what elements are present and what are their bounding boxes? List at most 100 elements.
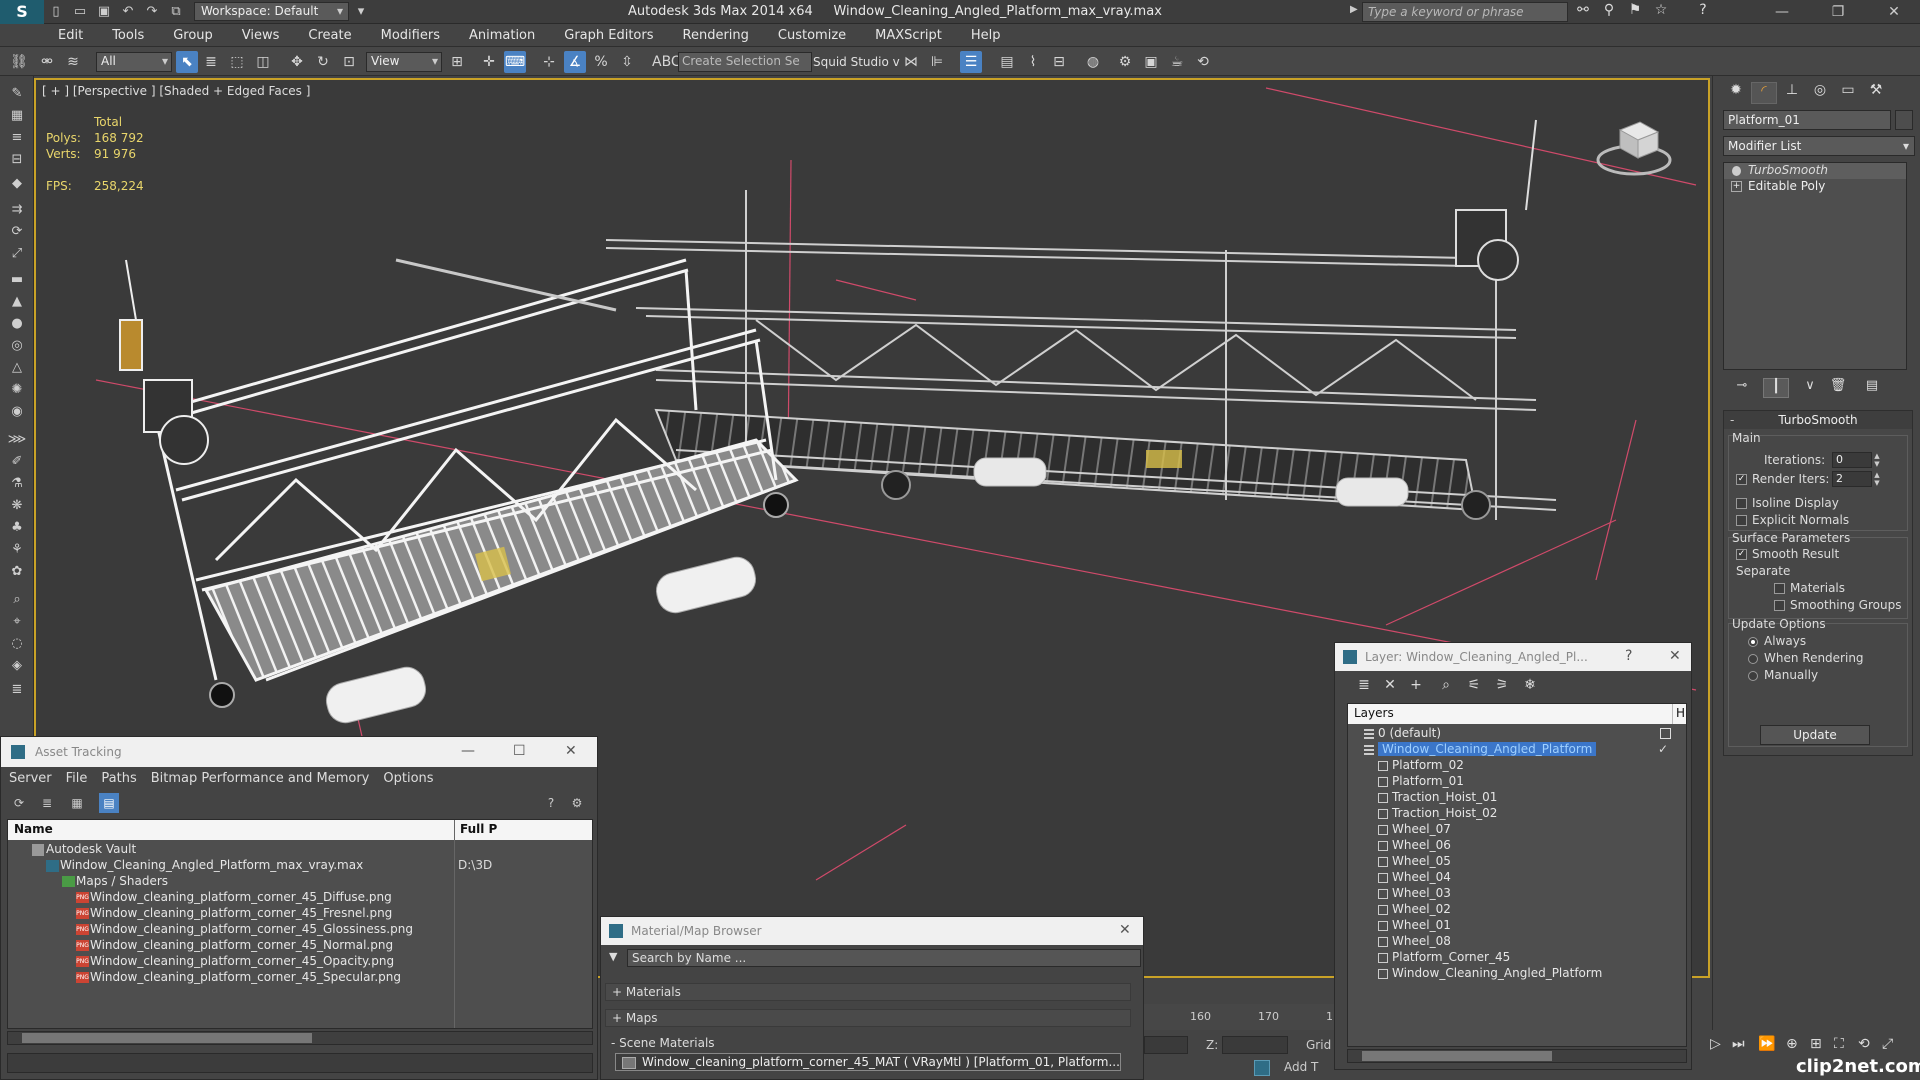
maps-group[interactable]: + Maps [605, 1009, 1131, 1027]
selection-filter-dropdown[interactable]: All [96, 52, 172, 72]
column-layers[interactable]: Layers [1354, 706, 1394, 720]
field-of-view-icon[interactable]: ⛶ [1834, 1036, 1844, 1052]
hierarchy-tab-icon[interactable]: ⊥ [1779, 82, 1805, 104]
menu-modifiers[interactable]: Modifiers [381, 28, 440, 43]
quick-access-dropdown-icon[interactable]: ▾ [349, 0, 373, 24]
delete-layer-icon[interactable]: ✕ [1379, 677, 1401, 697]
restore-button[interactable]: ❐ [1816, 0, 1860, 24]
tool-icon-11[interactable]: ⚗ [5, 476, 29, 496]
z-coordinate-field[interactable] [1222, 1036, 1288, 1054]
motion-tab-icon[interactable]: ◎ [1807, 82, 1833, 104]
layer-object-row[interactable]: Platform_02 [1348, 758, 1686, 774]
make-unique-icon[interactable]: ∨ [1797, 378, 1823, 398]
tool-icon-3[interactable]: ≡ [5, 130, 29, 150]
tool-icon-8[interactable]: ⤢ [5, 246, 29, 266]
align-icon[interactable]: ⊫ [926, 51, 948, 73]
reference-coordinate-dropdown[interactable]: View [366, 52, 442, 72]
layer-object-row[interactable]: Wheel_07 [1348, 822, 1686, 838]
tool-icon-13[interactable]: ♣ [5, 520, 29, 540]
modifier-list-dropdown[interactable]: Modifier List [1723, 136, 1915, 156]
pin-stack-icon[interactable]: ⊸ [1729, 378, 1755, 398]
search-by-name-input[interactable]: Search by Name ... [627, 949, 1141, 967]
scale-icon[interactable]: ⊡ [338, 51, 360, 73]
mirror-icon[interactable]: ⋈ [900, 51, 922, 73]
close-button[interactable]: ✕ [565, 743, 577, 759]
tool-icon-20[interactable]: ≣ [5, 682, 29, 702]
goto-end-icon[interactable]: ⏩ [1758, 1036, 1775, 1052]
zoom-extents-icon[interactable]: ⊞ [1810, 1036, 1822, 1052]
menu-bitmap-performance[interactable]: Bitmap Performance and Memory [151, 771, 370, 786]
column-name[interactable]: Name [14, 822, 53, 836]
show-end-result-icon[interactable]: ┃ [1763, 378, 1789, 398]
pivot-center-icon[interactable]: ⊞ [446, 51, 468, 73]
percent-snap-icon[interactable]: % [590, 51, 612, 73]
expand-icon[interactable]: + [1731, 181, 1742, 192]
menu-paths[interactable]: Paths [101, 771, 136, 786]
material-editor-icon[interactable]: ◍ [1082, 51, 1104, 73]
scrollbar-thumb[interactable] [22, 1033, 312, 1043]
tool-icon-2[interactable]: ▦ [5, 108, 29, 128]
graphite-ribbon-icon[interactable]: ▤ [996, 51, 1018, 73]
asset-row[interactable]: Autodesk Vault [8, 842, 592, 858]
asset-row[interactable]: PNG Window_cleaning_platform_corner_45_O… [8, 954, 592, 970]
settings-icon[interactable]: ⚙ [567, 793, 587, 813]
menu-file[interactable]: File [66, 771, 88, 786]
unlink-icon[interactable]: ⚮ [36, 51, 58, 73]
table-view-icon[interactable]: ▤ [99, 793, 119, 813]
help-icon[interactable]: ? [541, 793, 561, 813]
layer-object-row[interactable]: Platform_01 [1348, 774, 1686, 790]
select-object-icon[interactable]: ⬉ [176, 51, 198, 73]
menu-edit[interactable]: Edit [58, 28, 83, 43]
close-button[interactable]: ✕ [1669, 648, 1681, 664]
layer-object-row[interactable]: Wheel_06 [1348, 838, 1686, 854]
favorites-icon[interactable]: ☆ [1650, 2, 1672, 22]
layer-object-row[interactable]: Wheel_05 [1348, 854, 1686, 870]
update-button[interactable]: Update [1760, 725, 1870, 745]
workspace-dropdown[interactable]: Workspace: Default [194, 2, 349, 21]
squid-studio-dropdown[interactable]: Squid Studio v [813, 55, 900, 69]
orbit-icon[interactable]: ⟲ [1858, 1036, 1870, 1052]
tool-icon-14[interactable]: ⚘ [5, 542, 29, 562]
scene-materials-group[interactable]: - Scene Materials [605, 1035, 1131, 1053]
hide-all-icon[interactable]: ⚞ [1491, 677, 1513, 697]
menu-animation[interactable]: Animation [469, 28, 535, 43]
render-iterative-icon[interactable]: ⟲ [1192, 51, 1214, 73]
key-mode-icon[interactable] [1254, 1060, 1270, 1076]
layer-object-row[interactable]: Traction_Hoist_02 [1348, 806, 1686, 822]
configure-modifier-sets-icon[interactable]: ▤ [1859, 378, 1885, 398]
edit-named-selection-icon[interactable]: ABC [652, 51, 681, 73]
spinner-snap-icon[interactable]: ⇳ [616, 51, 638, 73]
isoline-display-checkbox[interactable] [1736, 498, 1747, 509]
render-iters-checkbox[interactable]: ✓ [1736, 474, 1747, 485]
smoothing-groups-checkbox[interactable] [1774, 600, 1785, 611]
curve-editor-icon[interactable]: ⌇ [1022, 51, 1044, 73]
rollout-header[interactable]: TurboSmooth [1724, 411, 1912, 429]
layer-object-row[interactable]: Traction_Hoist_01 [1348, 790, 1686, 806]
help-button[interactable]: ? [1625, 648, 1632, 664]
angle-snap-icon[interactable]: ∡ [564, 51, 586, 73]
box-icon[interactable]: ▬ [5, 272, 29, 292]
materials-checkbox[interactable] [1774, 583, 1785, 594]
select-by-name-icon[interactable]: ≣ [200, 51, 222, 73]
help-search-input[interactable]: Type a keyword or phrase [1362, 2, 1568, 22]
named-selection-set-input[interactable]: Create Selection Se [678, 52, 812, 72]
selection-region-icon[interactable]: ⬚ [226, 51, 248, 73]
hold-icon[interactable]: ⧉ [164, 0, 188, 24]
manually-radio[interactable] [1748, 671, 1758, 681]
menu-rendering[interactable]: Rendering [683, 28, 749, 43]
layer-object-row[interactable]: Wheel_04 [1348, 870, 1686, 886]
tool-icon-17[interactable]: ⌖ [5, 614, 29, 634]
play-icon[interactable]: ▷ [1710, 1036, 1721, 1052]
layer-object-row[interactable]: Wheel_03 [1348, 886, 1686, 902]
rotate-icon[interactable]: ↻ [312, 51, 334, 73]
tool-icon-10[interactable]: ✐ [5, 454, 29, 474]
help-icon[interactable]: ? [1692, 2, 1714, 22]
binoculars-icon[interactable]: ⚯ [1572, 2, 1594, 22]
menu-maxscript[interactable]: MAXScript [875, 28, 942, 43]
subscription-icon[interactable]: ⚲ [1598, 2, 1620, 22]
minimize-button[interactable]: — [1760, 0, 1804, 24]
tool-icon-9[interactable]: ⋙ [5, 432, 29, 452]
asset-row[interactable]: PNG Window_cleaning_platform_corner_45_F… [8, 906, 592, 922]
freeze-all-icon[interactable]: ❄ [1519, 677, 1541, 697]
menu-views[interactable]: Views [242, 28, 280, 43]
